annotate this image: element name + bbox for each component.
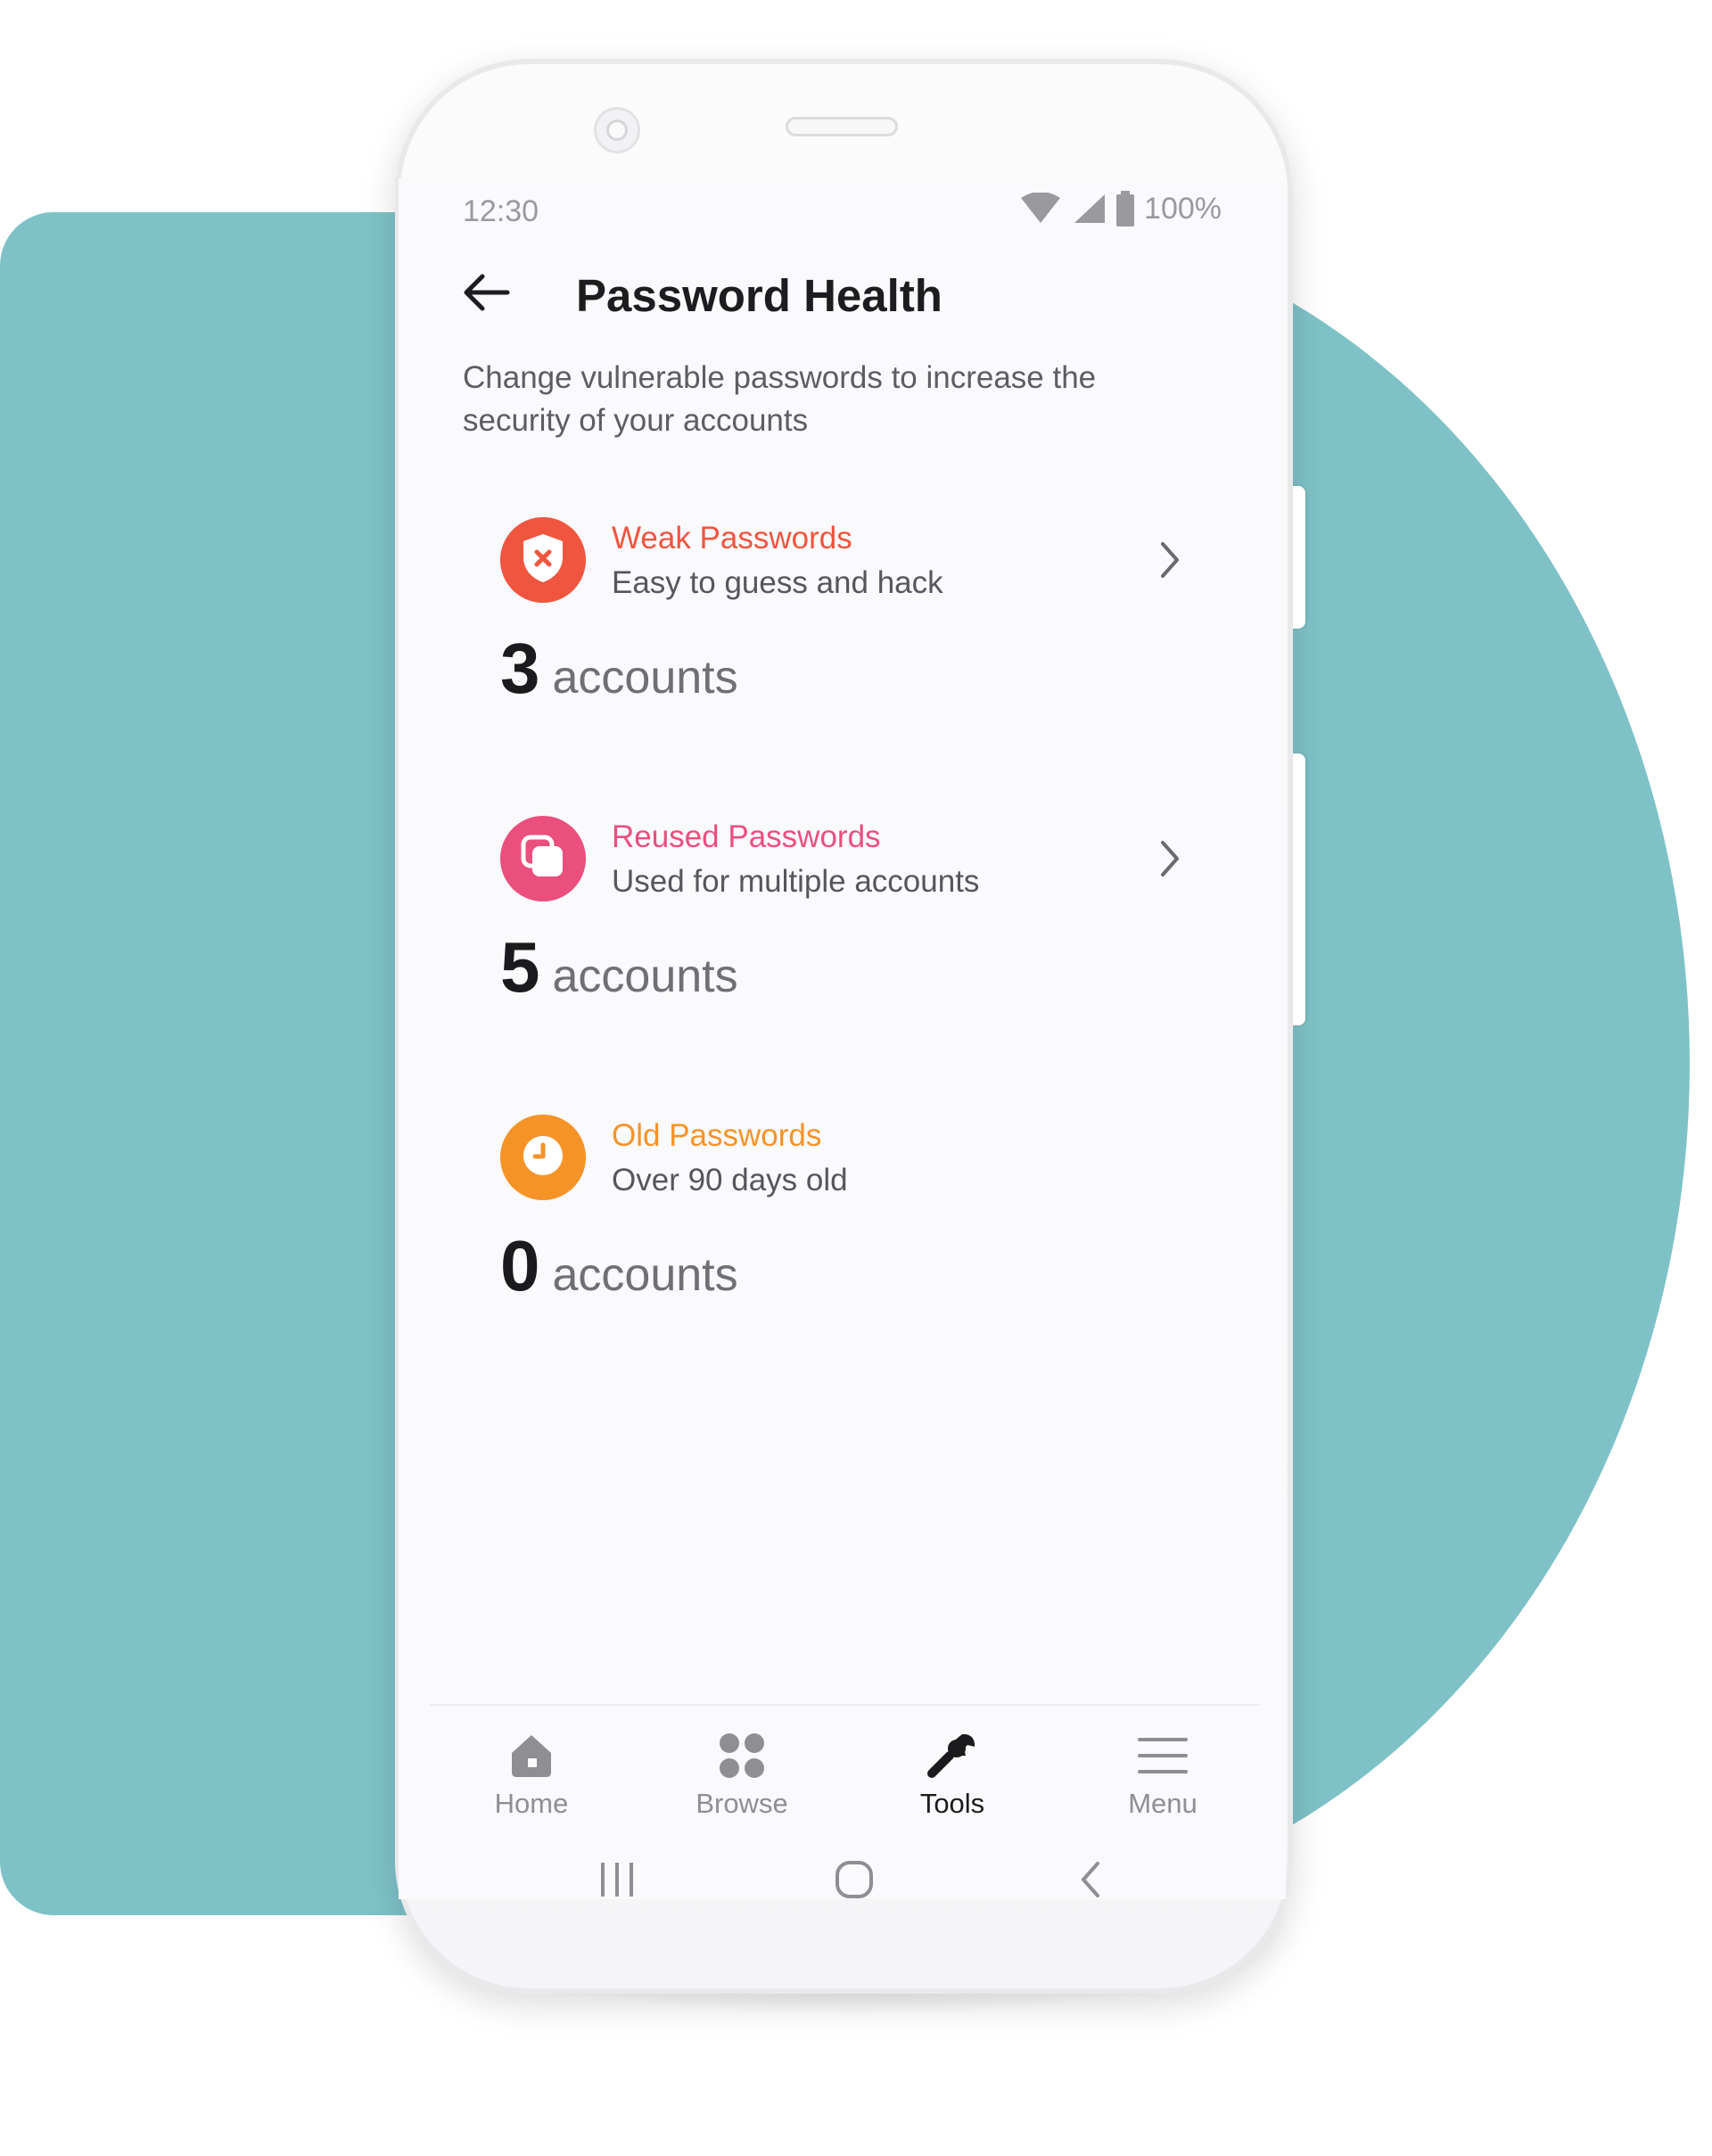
nav-label-browse: Browse <box>696 1788 788 1819</box>
weak-icon-badge <box>500 517 586 603</box>
card-description: Easy to guess and hack <box>612 565 943 600</box>
weak-passwords-card[interactable]: Weak Passwords Easy to guess and hack 3 … <box>399 517 1286 794</box>
nav-item-home[interactable]: Home <box>451 1729 612 1827</box>
count-number: 0 <box>500 1226 540 1305</box>
nav-label-home: Home <box>494 1788 569 1819</box>
top-app-bar: Password Health <box>399 259 1286 330</box>
count-number: 3 <box>500 629 540 708</box>
battery-icon <box>1115 191 1135 226</box>
reused-icon-badge <box>500 816 586 901</box>
home-circle-icon <box>834 1859 875 1905</box>
home-icon <box>506 1729 556 1782</box>
arrow-left-icon <box>461 273 511 317</box>
card-description: Over 90 days old <box>612 1163 848 1197</box>
bottom-navigation: Home Browse Tools Menu <box>399 1708 1286 1823</box>
count-number: 5 <box>500 927 540 1007</box>
nav-label-menu: Menu <box>1128 1788 1198 1819</box>
old-passwords-card[interactable]: Old Passwords Over 90 days old 0 account… <box>399 1115 1286 1391</box>
hamburger-icon <box>1136 1729 1189 1782</box>
card-title: Weak Passwords <box>612 521 852 555</box>
volume-button <box>1293 753 1305 1025</box>
wifi-icon <box>1019 193 1062 225</box>
app-screen: 12:30 100% Password Health Change vulner… <box>399 178 1286 1899</box>
chevron-right-icon <box>1152 834 1188 884</box>
home-button[interactable] <box>823 1855 885 1908</box>
account-count: 3 accounts <box>500 633 738 704</box>
nav-label-tools: Tools <box>919 1788 985 1819</box>
page-title: Password Health <box>576 270 942 321</box>
status-time: 12:30 <box>463 194 539 228</box>
card-title: Reused Passwords <box>612 819 881 854</box>
account-count: 0 accounts <box>500 1230 738 1302</box>
grid-icon <box>717 1729 767 1782</box>
recent-apps-button[interactable] <box>586 1855 648 1908</box>
copy-icon <box>520 834 566 885</box>
shield-x-icon <box>520 532 566 588</box>
chevron-right-icon <box>1152 535 1188 585</box>
battery-percent: 100% <box>1144 191 1222 226</box>
count-unit: accounts <box>552 950 738 1002</box>
wrench-icon <box>926 1729 978 1782</box>
card-title: Old Passwords <box>612 1118 822 1153</box>
account-count: 5 accounts <box>500 932 738 1003</box>
power-button <box>1293 486 1305 629</box>
front-camera <box>594 107 640 153</box>
reused-passwords-card[interactable]: Reused Passwords Used for multiple accou… <box>399 816 1286 1092</box>
status-icons: 100% <box>1019 191 1222 226</box>
system-navigation <box>399 1855 1286 1908</box>
nav-item-menu[interactable]: Menu <box>1082 1729 1243 1827</box>
system-back-button[interactable] <box>1058 1855 1121 1908</box>
old-icon-badge <box>500 1115 586 1200</box>
count-unit: accounts <box>552 1249 738 1301</box>
clock-icon <box>520 1132 566 1183</box>
nav-item-tools[interactable]: Tools <box>872 1729 1033 1827</box>
card-description: Used for multiple accounts <box>612 864 980 899</box>
nav-item-browse[interactable]: Browse <box>662 1729 822 1827</box>
recent-apps-icon <box>597 1861 637 1903</box>
count-unit: accounts <box>552 652 738 704</box>
signal-icon <box>1071 193 1107 225</box>
back-button[interactable] <box>457 269 514 319</box>
bottom-nav-divider <box>430 1704 1259 1706</box>
back-chevron-icon <box>1076 1860 1103 1904</box>
earpiece-speaker <box>786 117 898 136</box>
page-subtitle: Change vulnerable passwords to increase … <box>463 360 1097 438</box>
